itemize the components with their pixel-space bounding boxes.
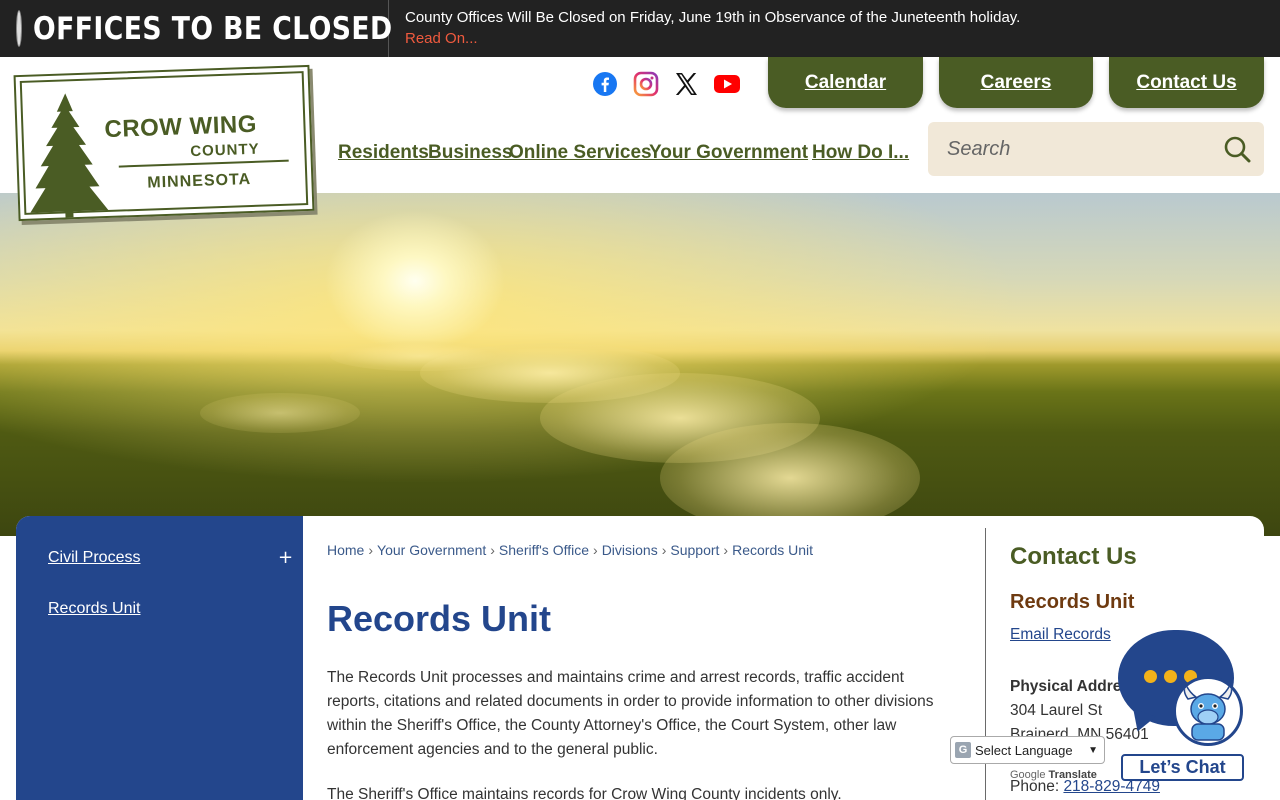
contact-heading: Contact Us <box>1010 543 1137 570</box>
breadcrumb-divisions[interactable]: Divisions <box>602 542 658 558</box>
alert-read-on-link[interactable]: Read On... <box>405 28 478 50</box>
contact-subheading: Records Unit <box>1010 591 1135 613</box>
search-input[interactable] <box>928 122 1208 176</box>
search-icon[interactable] <box>1222 134 1252 164</box>
breadcrumb-separator: › <box>490 542 495 558</box>
breadcrumb: Home › Your Government › Sheriff's Office › Di… <box>327 542 813 558</box>
nav-how-do-i[interactable]: How Do I... <box>812 142 909 164</box>
expand-plus-icon[interactable]: + <box>278 547 293 568</box>
translate-wordmark: Translate <box>1048 769 1097 781</box>
chevron-down-icon: ▼ <box>1088 744 1098 756</box>
ox-mascot-icon <box>1183 683 1233 741</box>
nav-residents[interactable]: Residents <box>338 142 429 164</box>
pine-tree-icon <box>30 93 109 218</box>
breadcrumb-separator: › <box>593 542 598 558</box>
breadcrumb-home[interactable]: Home <box>327 542 364 558</box>
intro-paragraph: The Records Unit processes and maintains… <box>327 669 934 758</box>
google-wordmark: Google <box>1010 769 1046 781</box>
calendar-button[interactable]: Calendar <box>768 57 923 108</box>
nav-business[interactable]: Business <box>428 142 512 164</box>
breadcrumb-sheriffs-office[interactable]: Sheriff's Office <box>499 542 589 558</box>
crow-wing-county-logo[interactable]: CROW WING COUNTY MINNESOTA <box>13 64 315 222</box>
breadcrumb-records-unit[interactable]: Records Unit <box>732 542 813 558</box>
facebook-icon[interactable] <box>591 70 619 98</box>
contact-us-button[interactable]: Contact Us <box>1109 57 1264 108</box>
careers-button[interactable]: Careers <box>939 57 1093 108</box>
sidebar-item-records-unit[interactable]: Records Unit <box>48 600 140 618</box>
address-line-1: 304 Laurel St <box>1010 702 1103 719</box>
logo-line-1: CROW WING <box>104 110 258 144</box>
records-scope-paragraph: The Sheriff's Office maintains records f… <box>327 786 842 800</box>
email-records-link[interactable]: Email Records <box>1010 626 1111 644</box>
hero-image <box>0 193 1280 536</box>
x-icon[interactable] <box>672 70 700 98</box>
language-select-label: Select Language <box>975 742 1073 758</box>
lets-chat-button[interactable]: Let’s Chat <box>1121 754 1244 781</box>
page-title: Records Unit <box>327 598 552 639</box>
nav-your-government[interactable]: Your Government <box>649 142 808 164</box>
alert-body: County Offices Will Be Closed on Friday,… <box>389 0 1020 57</box>
alert-bar: OFFICES TO BE CLOSED County Offices Will… <box>0 0 1280 57</box>
instagram-icon[interactable] <box>632 70 660 98</box>
alert-title: OFFICES TO BE CLOSED <box>33 10 393 47</box>
sidebar-item-civil-process[interactable]: Civil Process <box>48 549 140 567</box>
search-bar <box>928 122 1264 176</box>
alert-light-icon <box>17 11 21 46</box>
logo-line-2: COUNTY <box>190 140 260 161</box>
logo-line-3: MINNESOTA <box>147 170 252 192</box>
powered-by-google-translate: Google Translate <box>1010 769 1097 781</box>
breadcrumb-separator: › <box>723 542 729 558</box>
breadcrumb-separator: › <box>368 542 374 558</box>
sidebar-nav: Civil Process + Records Unit <box>16 516 303 800</box>
alert-header: OFFICES TO BE CLOSED <box>0 0 392 57</box>
nav-online-services[interactable]: Online Services <box>509 142 652 164</box>
google-g-icon: G <box>955 742 971 758</box>
breadcrumb-separator: › <box>661 542 667 558</box>
breadcrumb-support[interactable]: Support <box>670 542 719 558</box>
alert-message: County Offices Will Be Closed on Friday,… <box>405 9 1021 26</box>
breadcrumb-your-government[interactable]: Your Government <box>377 542 486 558</box>
chat-bot-avatar[interactable] <box>1173 676 1243 746</box>
youtube-icon[interactable] <box>713 70 741 98</box>
language-select[interactable]: G Select Language ▼ <box>950 736 1105 764</box>
